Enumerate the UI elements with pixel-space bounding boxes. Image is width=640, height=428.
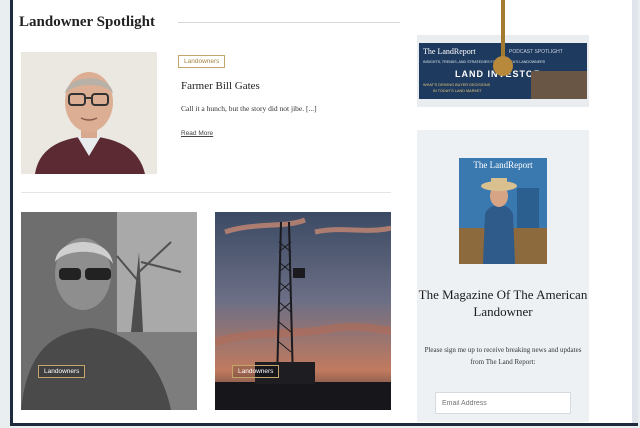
cursor-pointer-stem (501, 0, 505, 62)
ad-badge: PODCAST SPOTLIGHT (509, 49, 563, 55)
featured-category-tag[interactable]: Landowners (178, 55, 226, 68)
card-category-tag[interactable]: Landowners (232, 365, 280, 378)
page-edge (632, 0, 638, 423)
ad-subline-1: WHAT'S DRIVING BUYER DECISIONS (423, 83, 491, 87)
section-title: Landowner Spotlight (19, 14, 156, 30)
portrait-illustration (21, 52, 157, 174)
section-divider (21, 192, 391, 193)
magazine-cover-art (459, 158, 547, 264)
magazine-heading: The Magazine Of The American Landowner (418, 287, 588, 319)
email-address-input[interactable] (435, 392, 571, 414)
title-divider (178, 22, 400, 23)
page-frame: Landowner Spotlight Landowners Farmer Bi… (10, 0, 638, 426)
cursor-pointer-dot (493, 56, 513, 76)
ad-tagline: INSIGHTS, TRENDS, AND STRATEGIES FOR AME… (423, 60, 546, 64)
article-card-oil-rig[interactable] (215, 212, 391, 410)
signup-description: Please sign me up to receive breaking ne… (424, 346, 582, 366)
featured-article-title[interactable]: Farmer Bill Gates (181, 80, 260, 92)
featured-article-image[interactable] (21, 52, 157, 174)
oil-rig-photo (215, 212, 391, 410)
rancher-photo (21, 212, 197, 410)
ad-photo (531, 71, 587, 99)
ad-brand: The LandReport (423, 47, 476, 56)
magazine-signup-panel: The LandReport The Magazine Of The Ameri… (417, 130, 589, 422)
magazine-cover[interactable]: The LandReport (459, 158, 547, 264)
read-more-link[interactable]: Read More (181, 130, 213, 137)
card-category-tag[interactable]: Landowners (38, 365, 86, 378)
featured-article-excerpt: Call it a hunch, but the story did not j… (181, 104, 317, 113)
cover-brand: The LandReport (473, 160, 533, 170)
ad-subline-2: IN TODAY'S LAND MARKET (433, 89, 482, 93)
article-card-rancher[interactable] (21, 212, 197, 410)
